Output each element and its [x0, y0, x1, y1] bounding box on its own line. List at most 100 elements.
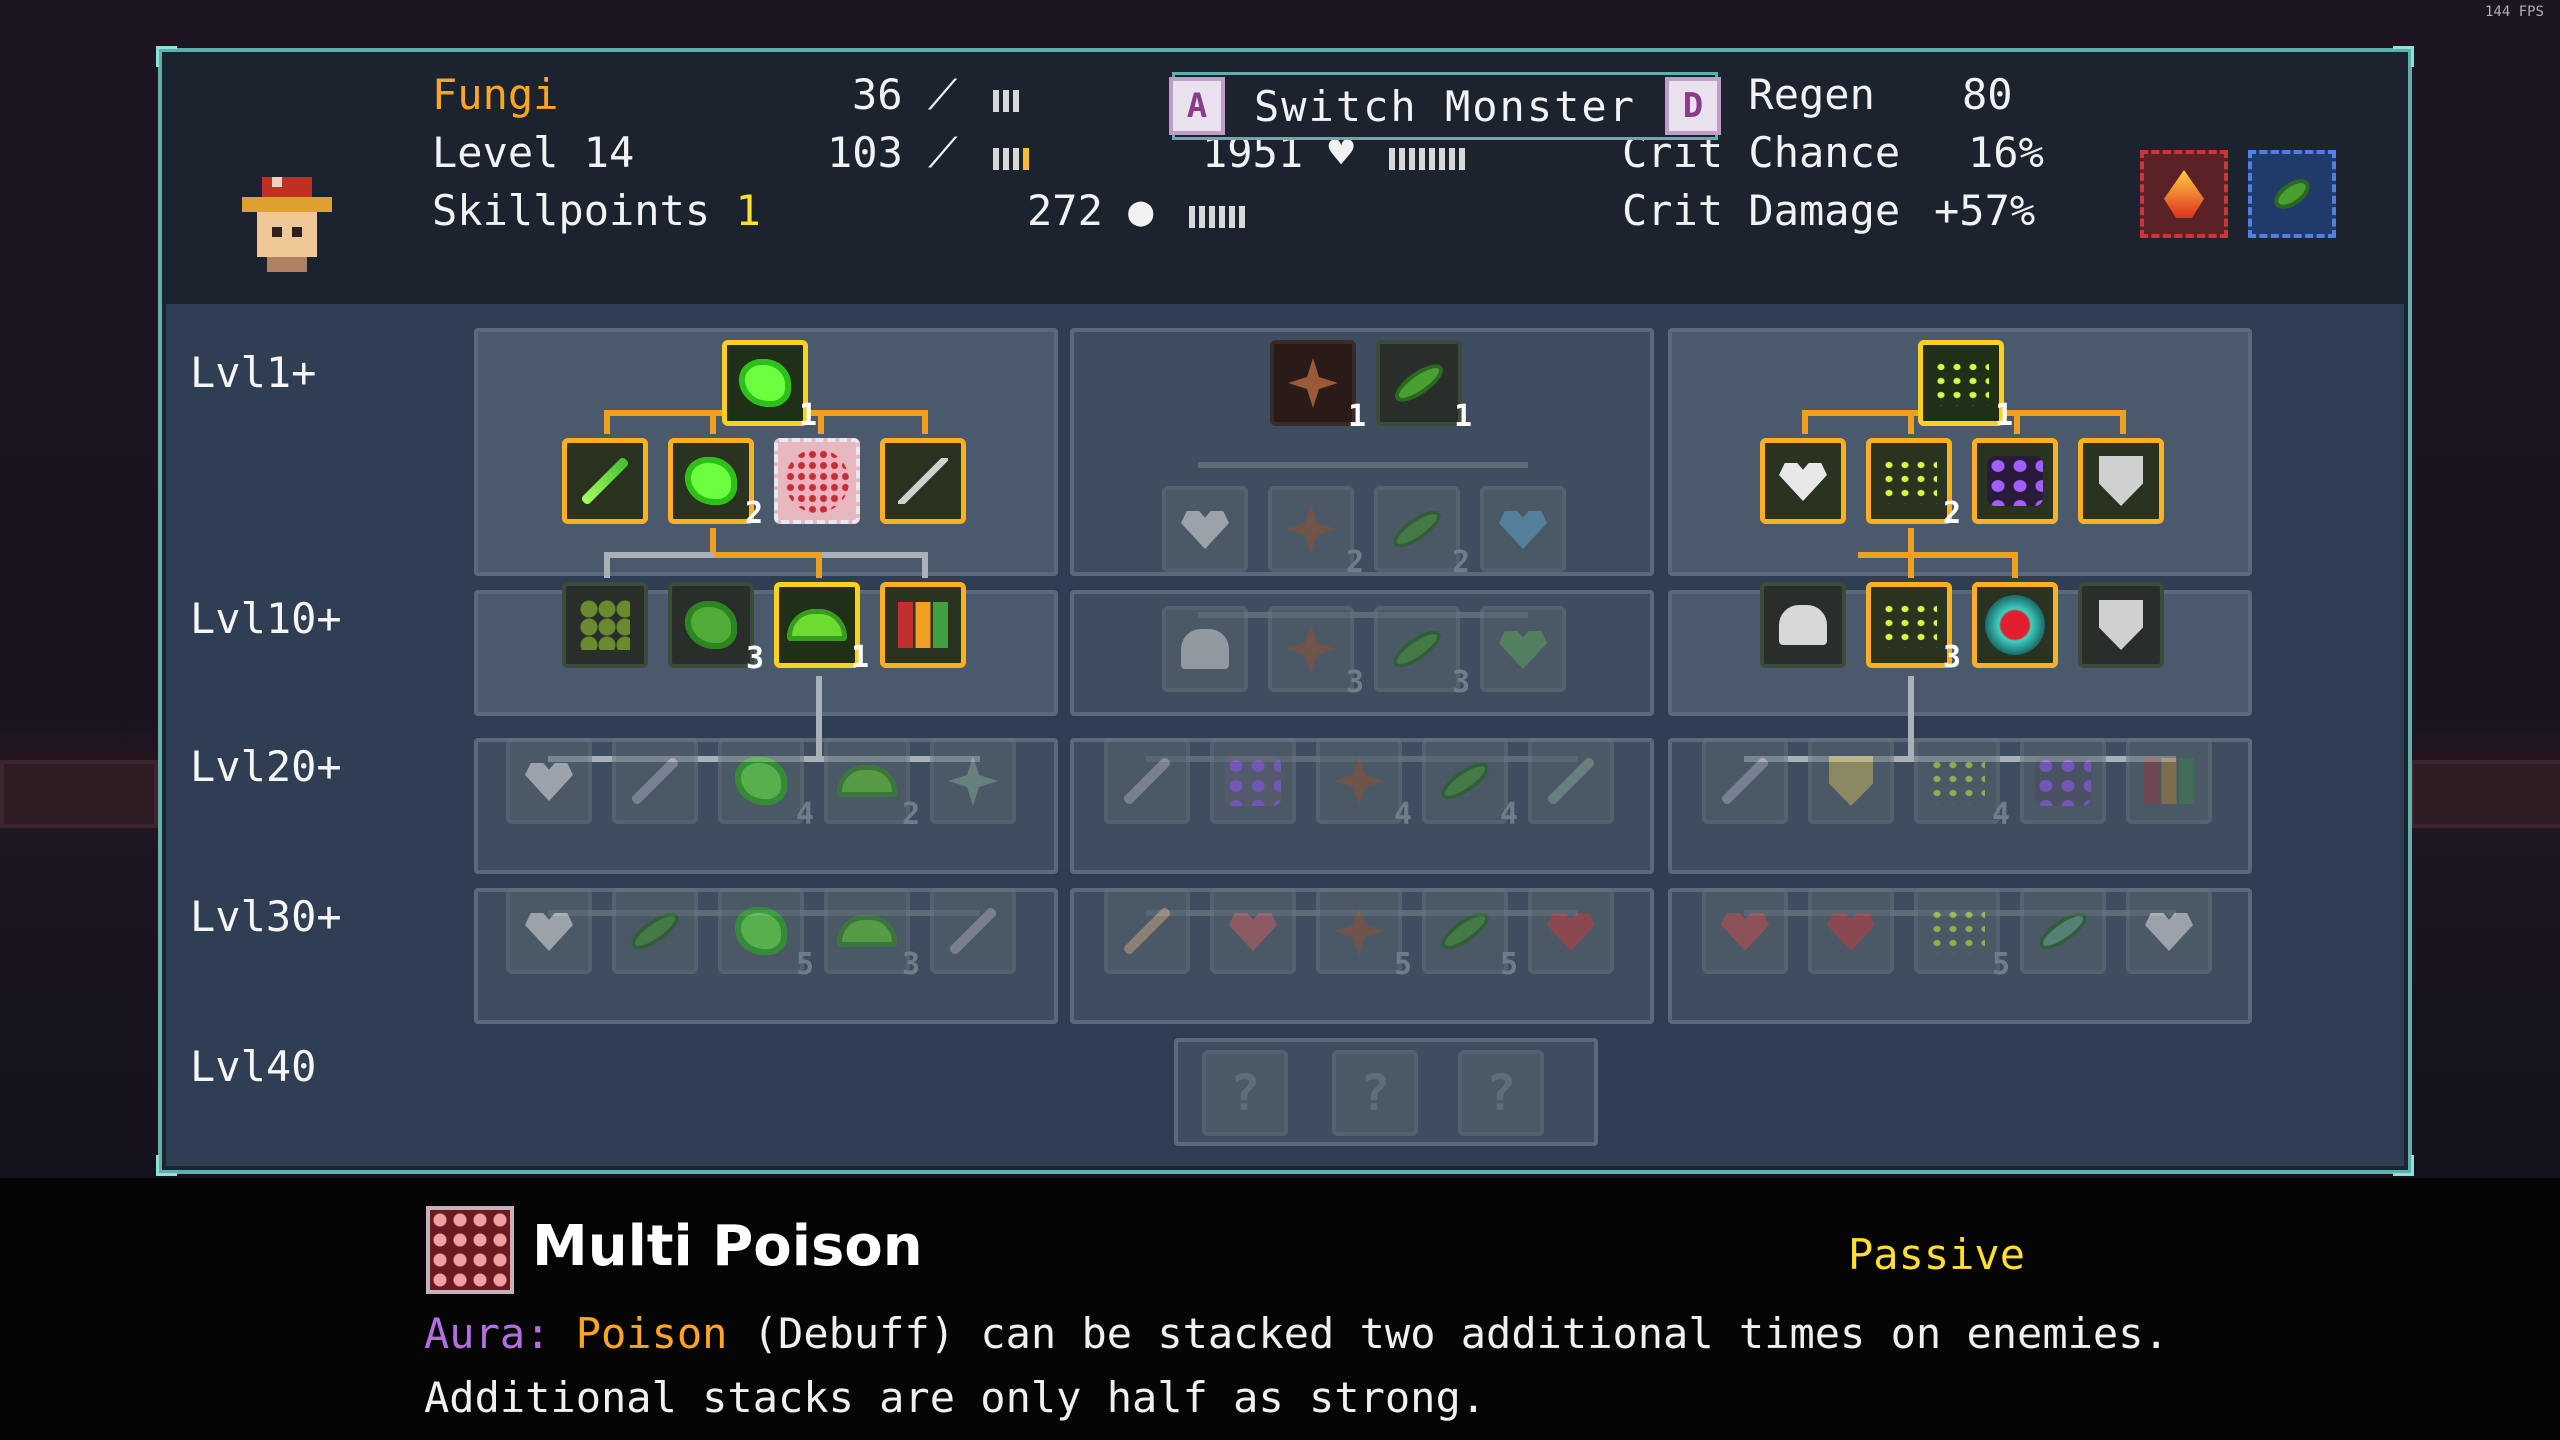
purple-spores-skill[interactable]	[1972, 438, 2058, 524]
aura-label: Aura:	[424, 1309, 551, 1358]
poison-blade-skill[interactable]	[562, 438, 648, 524]
poison-skull-skill[interactable]	[1972, 582, 2058, 668]
locked-skill[interactable]	[1808, 888, 1894, 974]
locked-skill[interactable]: 3	[1374, 606, 1470, 700]
skill-description-text: Aura: Poison (Debuff) can be stacked two…	[424, 1302, 2284, 1430]
unknown-skill[interactable]: ?	[1202, 1050, 1288, 1136]
locked-skill[interactable]	[1162, 606, 1248, 692]
leaf-skill[interactable]: 1	[1376, 340, 1472, 434]
switch-monster-bar: A Switch Monster D	[1169, 72, 1721, 140]
tree-connector	[710, 552, 822, 558]
locked-skill[interactable]: 4	[1422, 738, 1518, 832]
spore-dots-3-skill[interactable]: 3	[1866, 582, 1961, 675]
tree-connector	[922, 410, 928, 434]
skill-tree-panel: Fungi Level 14 Skillpoints 1 36 ⟋ 103 ⟋ …	[156, 46, 2414, 1176]
toxic-mound-skill[interactable]: 1	[774, 582, 869, 675]
locked-skill[interactable]	[2020, 888, 2106, 974]
prev-monster-key[interactable]: A	[1169, 77, 1225, 135]
multi-poison-skill[interactable]	[774, 438, 860, 524]
mana-bars	[1188, 189, 1249, 238]
fungi-avatar	[232, 167, 342, 277]
tree-connector	[816, 552, 822, 578]
mana-pot-icon: ●	[1128, 186, 1154, 235]
locked-skill[interactable]: 3	[824, 888, 920, 982]
locked-skill[interactable]	[506, 888, 592, 974]
locked-skill[interactable]: 5	[718, 888, 814, 982]
skillpoints-label: Skillpoints	[432, 186, 711, 235]
level-label-1: Lvl1+	[190, 348, 317, 397]
locked-skill[interactable]	[930, 738, 1016, 824]
mana-value: 272	[1027, 186, 1103, 235]
potion-rack-skill[interactable]	[880, 582, 966, 668]
crit-damage-label: Crit Damage	[1622, 186, 1901, 235]
tree-connector	[604, 552, 610, 578]
locked-skill[interactable]: 4	[1316, 738, 1412, 832]
locked-skill[interactable]	[1808, 738, 1894, 824]
multi-poison-icon	[426, 1206, 514, 1294]
locked-skill[interactable]	[1210, 888, 1296, 974]
spark-skill[interactable]: 1	[1270, 340, 1366, 434]
spore-dots-skill[interactable]: 1	[1918, 340, 2013, 433]
locked-skill[interactable]: 2	[824, 738, 920, 832]
locked-skill[interactable]	[2126, 888, 2212, 974]
poison-cloud-3-skill[interactable]: 3	[668, 582, 764, 676]
spore-dots-2-skill[interactable]: 2	[1866, 438, 1961, 531]
locked-skill[interactable]	[1210, 738, 1296, 824]
leaf-shield-buff-icon[interactable]	[2248, 150, 2336, 238]
tree-col2-tier1	[1070, 328, 1654, 576]
panel-corner	[156, 1155, 177, 1176]
locked-skill[interactable]	[1480, 486, 1566, 572]
staff-icon: ⟋	[928, 128, 958, 177]
locked-skill[interactable]: 5	[1422, 888, 1518, 982]
tree-connector	[2014, 410, 2020, 434]
attack-value: 36	[852, 70, 903, 119]
spore-cluster-skill[interactable]	[562, 582, 648, 668]
tree-connector	[1908, 552, 1914, 578]
locked-skill[interactable]	[2020, 738, 2106, 824]
locked-skill[interactable]	[506, 738, 592, 824]
poison-cloud-skill[interactable]: 1	[722, 340, 817, 433]
level-label-10: Lvl10+	[190, 594, 342, 643]
locked-skill[interactable]	[1702, 888, 1788, 974]
locked-skill[interactable]: 2	[1374, 486, 1470, 580]
locked-skill[interactable]: 4	[1914, 738, 2010, 832]
locked-skill[interactable]	[1528, 738, 1614, 824]
locked-skill[interactable]: 5	[1914, 888, 2010, 982]
poison-cloud-2-skill[interactable]: 2	[668, 438, 763, 531]
attack-bars	[992, 73, 1023, 122]
health-upgrade-skill[interactable]	[1760, 438, 1846, 524]
locked-skill[interactable]	[1104, 888, 1190, 974]
defense-upgrade-skill[interactable]	[2078, 438, 2164, 524]
skillpoints: Skillpoints 1	[432, 186, 761, 235]
locked-skill[interactable]	[612, 738, 698, 824]
tree-connector	[2012, 552, 2018, 578]
background-brick	[0, 760, 158, 828]
unknown-skill[interactable]: ?	[1458, 1050, 1544, 1136]
locked-skill[interactable]	[612, 888, 698, 974]
tree-connector	[816, 676, 822, 760]
level-label-20: Lvl20+	[190, 742, 342, 791]
locked-skill[interactable]	[2126, 738, 2212, 824]
panel-corner	[2393, 1155, 2414, 1176]
fire-buff-icon[interactable]	[2140, 150, 2228, 238]
locked-skill[interactable]: 5	[1316, 888, 1412, 982]
next-monster-key[interactable]: D	[1665, 77, 1721, 135]
unknown-skill[interactable]: ?	[1332, 1050, 1418, 1136]
locked-skill[interactable]	[930, 888, 1016, 974]
locked-skill[interactable]: 3	[1268, 606, 1364, 700]
locked-skill[interactable]: 4	[718, 738, 814, 832]
locked-skill[interactable]	[1528, 888, 1614, 974]
locked-skill[interactable]	[1162, 486, 1248, 572]
staff-upgrade-skill[interactable]	[880, 438, 966, 524]
skill-type: Passive	[1848, 1230, 2026, 1279]
skill-name: Multi Poison	[532, 1214, 923, 1279]
mana-regen-value: 80	[1962, 70, 2013, 119]
tree-connector	[818, 410, 824, 434]
locked-skill[interactable]: 2	[1268, 486, 1364, 580]
crit-damage-value: +57%	[1934, 186, 2036, 235]
mana-upgrade-skill[interactable]	[1760, 582, 1846, 668]
locked-skill[interactable]	[1104, 738, 1190, 824]
locked-skill[interactable]	[1702, 738, 1788, 824]
shield-upgrade-skill[interactable]	[2078, 582, 2164, 668]
locked-skill[interactable]	[1480, 606, 1566, 692]
